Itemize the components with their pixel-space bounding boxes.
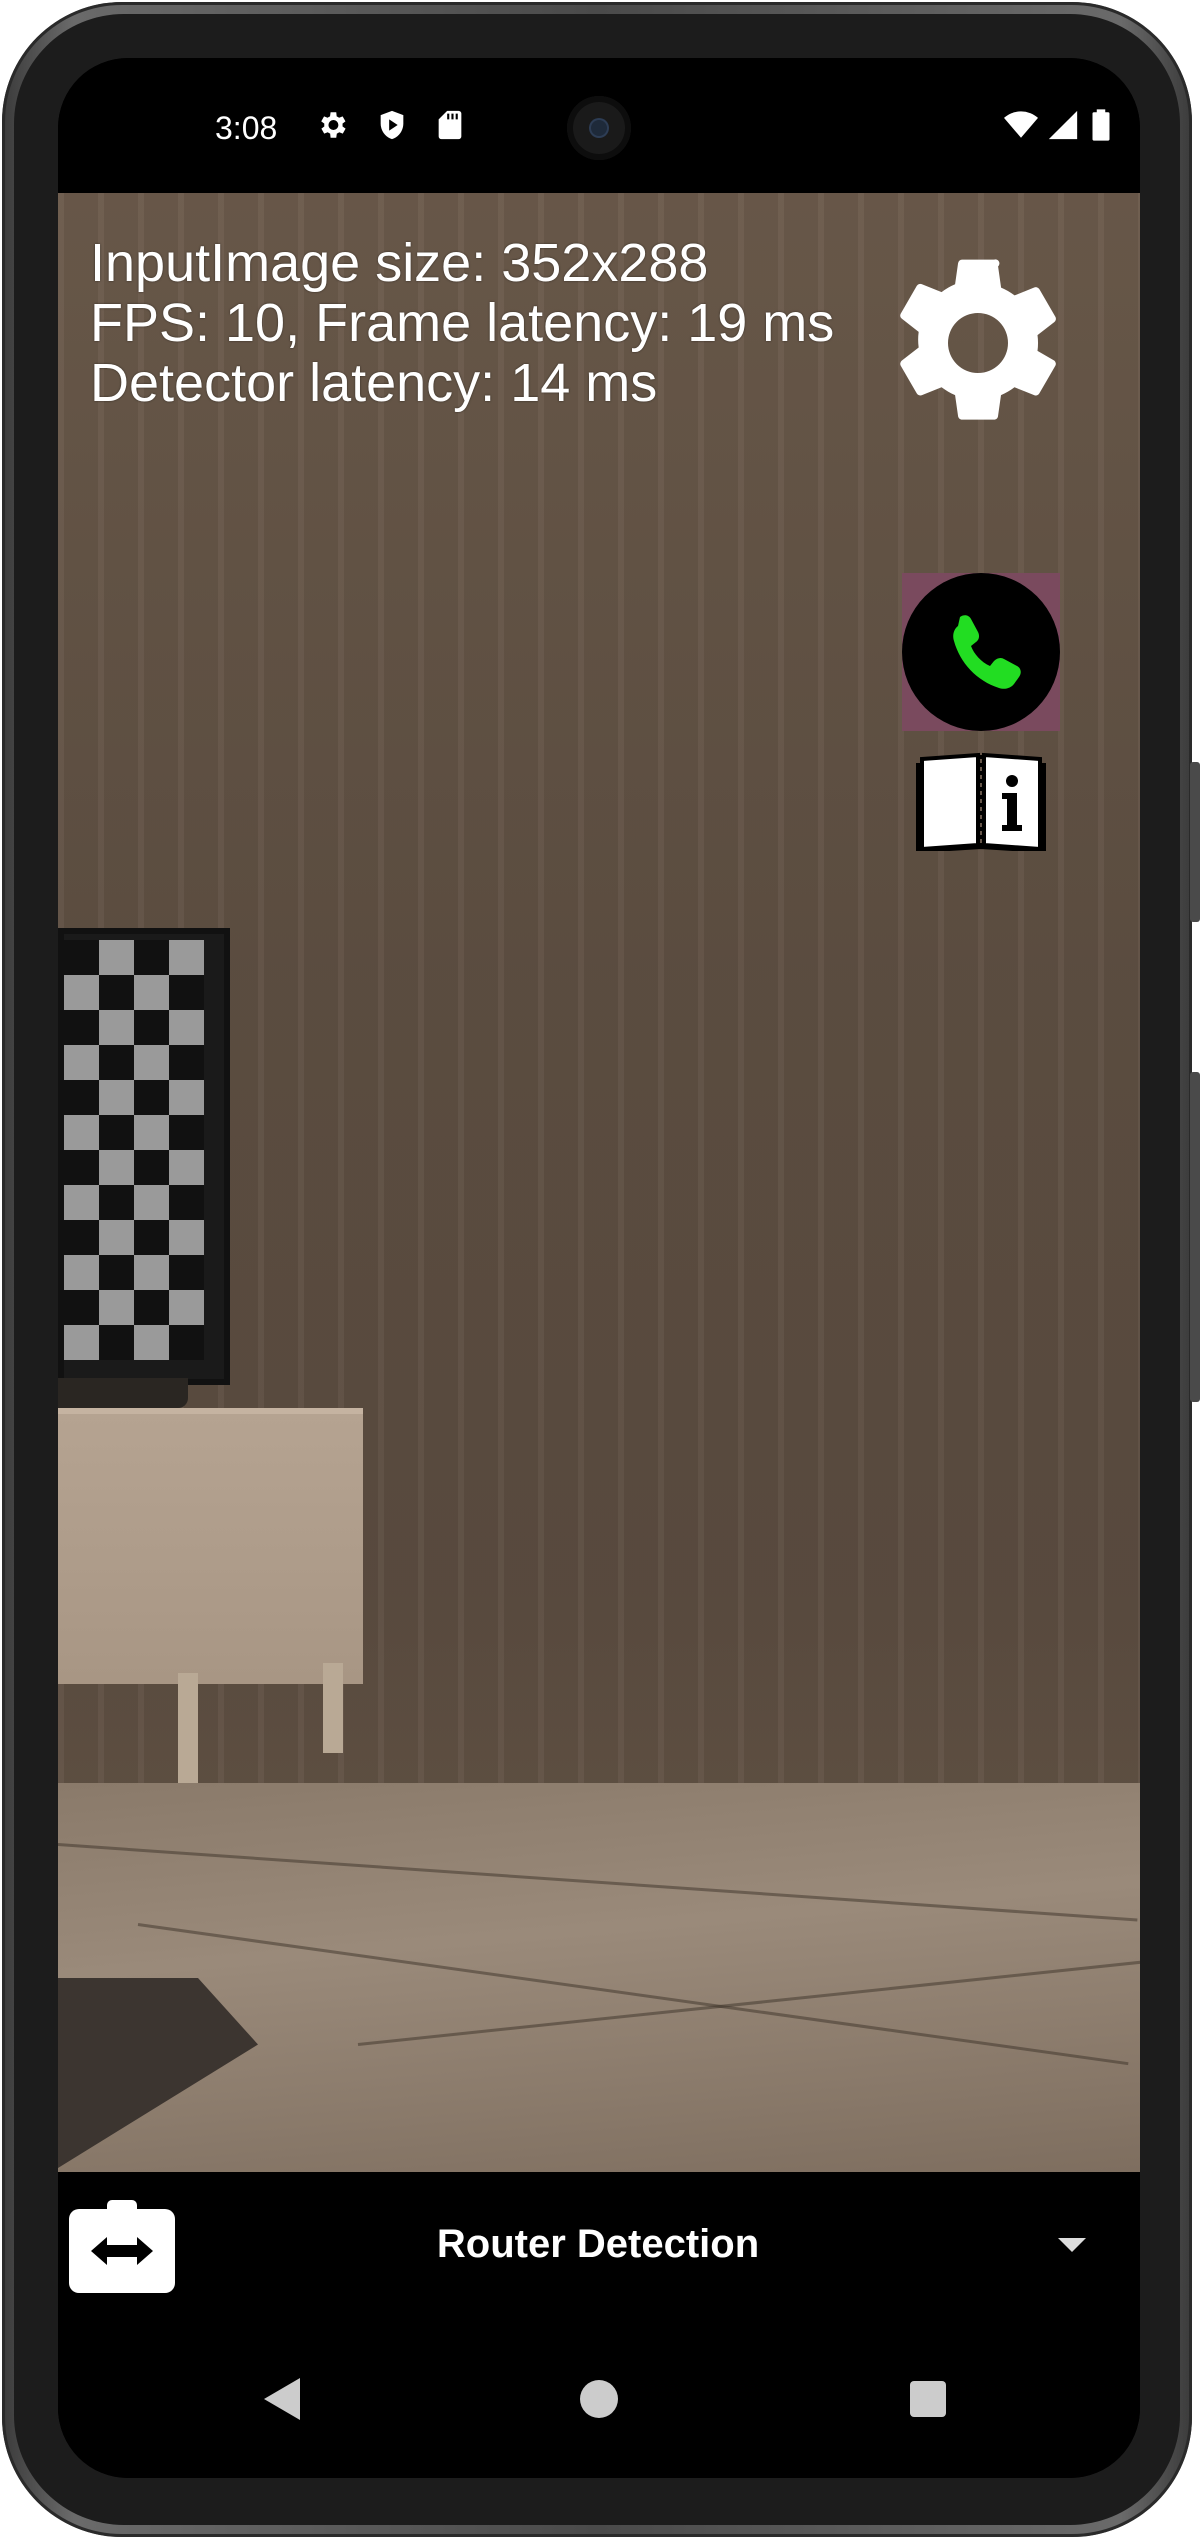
camera-preview[interactable]: InputImage size: 352x288 FPS: 10, Frame … bbox=[58, 193, 1140, 2172]
screen: 3:08 InputImage size: 352x288 FPS: 10, F… bbox=[58, 58, 1140, 2478]
switch-camera-button[interactable] bbox=[69, 2200, 175, 2293]
fps-frame-latency: FPS: 10, Frame latency: 19 ms bbox=[90, 293, 835, 353]
navigation-bar bbox=[58, 2322, 1140, 2478]
wifi-icon bbox=[1004, 111, 1038, 138]
call-button[interactable] bbox=[902, 573, 1060, 731]
input-image-size: InputImage size: 352x288 bbox=[90, 233, 709, 293]
tv-cabinet bbox=[58, 1408, 363, 1684]
info-book-icon[interactable] bbox=[916, 751, 1046, 851]
detection-mode-selector[interactable]: Router Detection bbox=[358, 2222, 838, 2267]
cabinet-leg bbox=[178, 1673, 198, 1783]
gear-icon bbox=[321, 112, 346, 138]
status-bar: 3:08 bbox=[58, 58, 1140, 193]
tv bbox=[58, 928, 230, 1385]
battery-icon bbox=[1092, 109, 1110, 141]
front-camera bbox=[567, 96, 631, 160]
sd-card-icon bbox=[438, 110, 462, 140]
tv-stand bbox=[58, 1378, 188, 1408]
status-time: 3:08 bbox=[215, 110, 278, 146]
shield-play-icon bbox=[380, 110, 404, 140]
detector-latency: Detector latency: 14 ms bbox=[90, 353, 658, 413]
home-icon[interactable] bbox=[580, 2380, 618, 2418]
cellular-signal-icon bbox=[1048, 110, 1078, 140]
recents-icon[interactable] bbox=[910, 2381, 946, 2417]
back-icon[interactable] bbox=[264, 2378, 300, 2420]
control-bar: Router Detection bbox=[58, 2172, 1140, 2322]
tv-checker-pattern bbox=[64, 940, 204, 1360]
phone-call-icon bbox=[902, 573, 1060, 731]
power-button bbox=[1190, 762, 1200, 922]
floor-seam bbox=[58, 1843, 1138, 1922]
chevron-down-icon[interactable] bbox=[1058, 2238, 1086, 2252]
floor bbox=[58, 1783, 1140, 2172]
volume-button bbox=[1190, 1072, 1200, 1402]
switch-camera-icon bbox=[91, 2237, 153, 2265]
floor-seam bbox=[137, 1923, 1129, 2066]
gear-icon[interactable] bbox=[878, 243, 1078, 443]
cabinet-leg bbox=[323, 1663, 343, 1753]
detection-stats: InputImage size: 352x288 FPS: 10, Frame … bbox=[90, 233, 834, 413]
